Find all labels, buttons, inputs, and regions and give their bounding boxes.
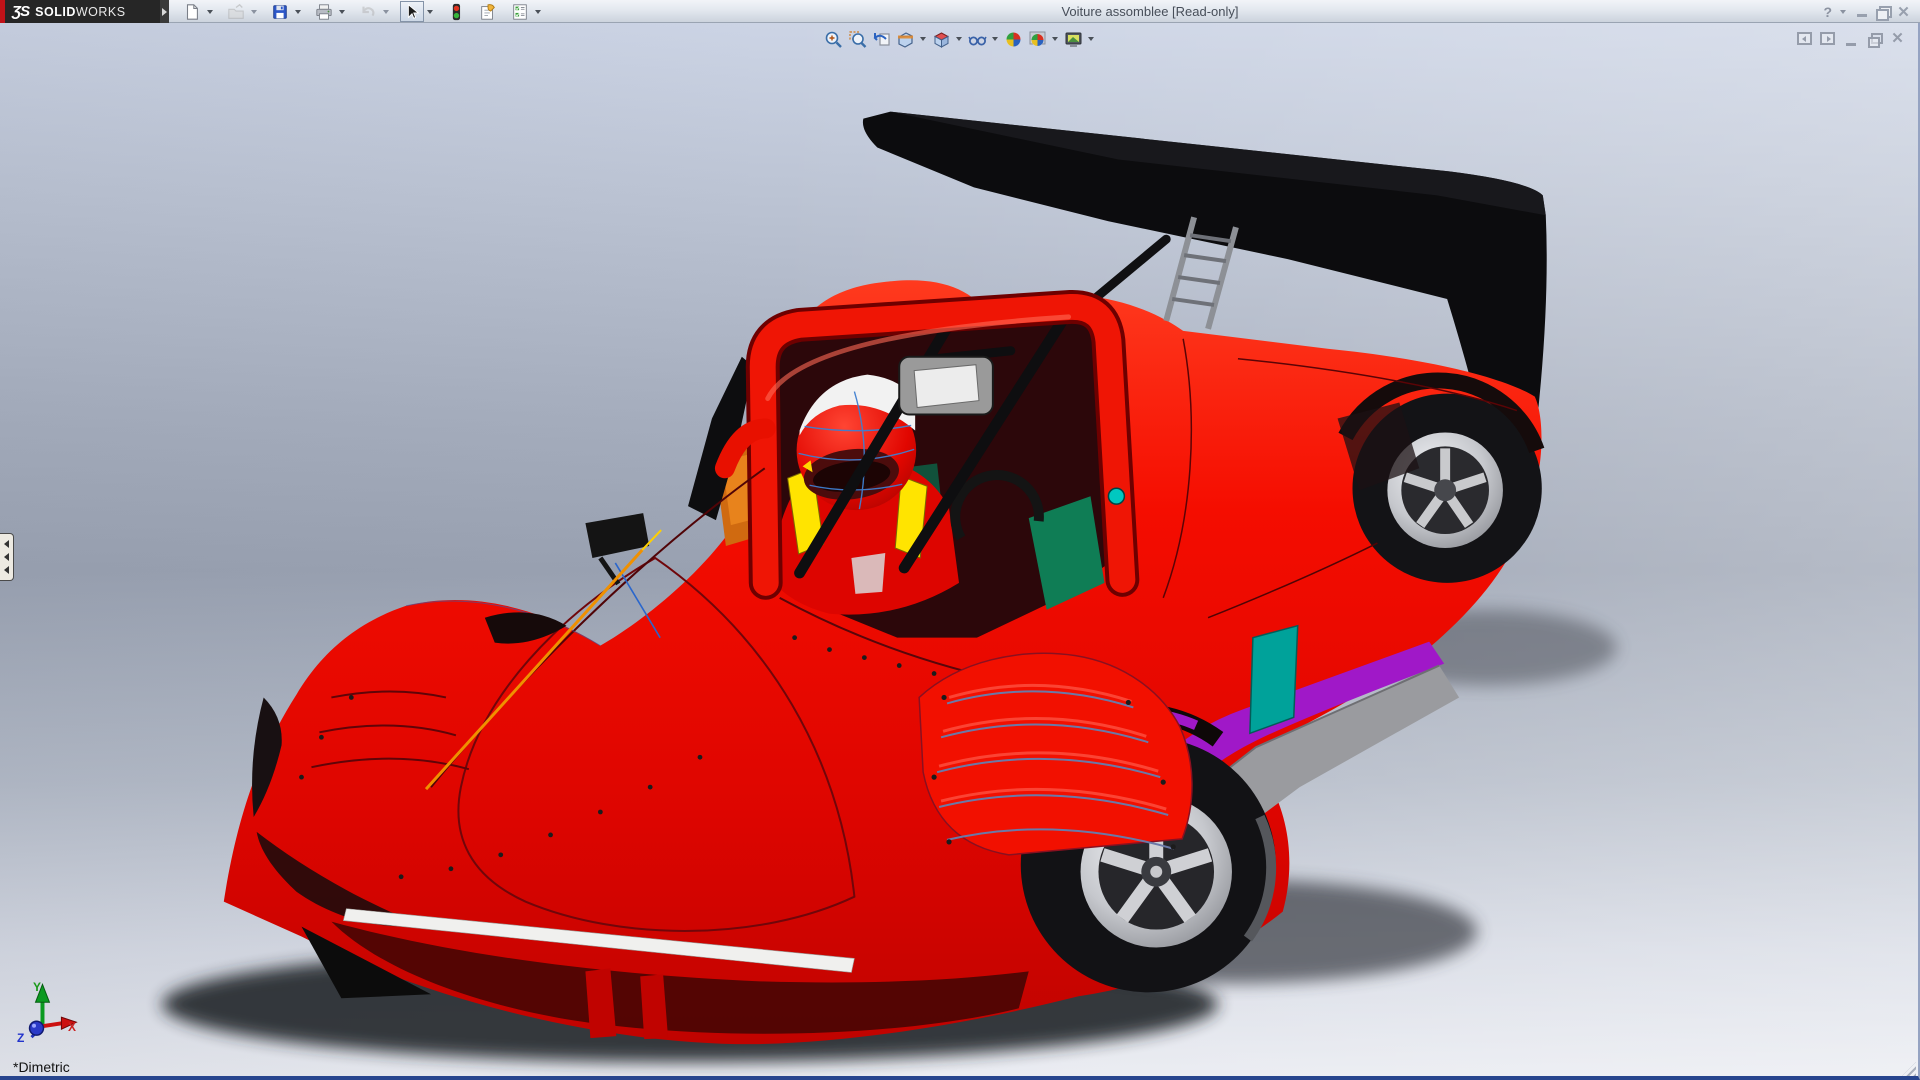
document-title: Voiture assomblee [Read-only] [1061, 4, 1238, 19]
view-orientation-label: *Dimetric [13, 1059, 70, 1075]
section-view-dropdown-icon[interactable] [917, 29, 929, 50]
show-right-panel-button[interactable] [1820, 31, 1837, 47]
stoplight-icon [447, 3, 465, 21]
options-button[interactable] [508, 1, 532, 22]
view-orientation-button[interactable] [929, 28, 953, 50]
titlebar: ƷS SOLIDWORKS Voiture assomblee [Read-on [0, 0, 1920, 23]
options-dropdown-icon[interactable] [532, 1, 544, 22]
undo-dropdown-icon[interactable] [380, 1, 392, 22]
hide-show-dropdown-icon[interactable] [989, 29, 1001, 50]
standard-toolbar [180, 0, 544, 23]
select-cursor-icon [403, 3, 421, 21]
triad-y-label: Y [33, 980, 41, 994]
open-folder-icon [227, 3, 245, 21]
brand-name-light: WORKS [76, 5, 126, 19]
zoom-to-area-button[interactable] [845, 28, 869, 50]
restore-window-button[interactable] [1874, 3, 1891, 20]
view-settings-button[interactable] [1061, 28, 1085, 50]
print-dropdown-icon[interactable] [336, 1, 348, 22]
document-window-controls: ✕ [1797, 31, 1906, 47]
file-properties-button[interactable] [476, 1, 500, 22]
3d-model-canvas[interactable] [0, 23, 1918, 1076]
file-properties-icon [479, 3, 497, 21]
undo-button[interactable] [356, 1, 380, 22]
solidworks-window: ✕ Y X Z *Dimetric ƷS SOLIDWORKS [0, 0, 1920, 1080]
help-dropdown-icon[interactable] [1837, 1, 1849, 22]
restore-document-button[interactable] [1866, 31, 1883, 47]
close-window-button[interactable]: ✕ [1895, 3, 1912, 20]
featuremanager-collapse-tab[interactable] [0, 533, 14, 581]
window-controls: ? ✕ [1822, 0, 1912, 23]
dassault-3ds-logo-icon: ƷS [12, 3, 29, 20]
open-document-button[interactable] [224, 1, 248, 22]
options-checklist-icon [511, 3, 529, 21]
new-document-button[interactable] [180, 1, 204, 22]
show-left-panel-button[interactable] [1797, 31, 1814, 47]
hoop-sensor [1108, 488, 1124, 504]
headsup-view-toolbar [821, 28, 1097, 50]
minimize-document-button[interactable] [1843, 31, 1860, 47]
save-button[interactable] [268, 1, 292, 22]
open-dropdown-icon[interactable] [248, 1, 260, 22]
rearview-mirror [899, 357, 993, 415]
minimize-window-button[interactable] [1853, 3, 1870, 20]
solidworks-menu-banner[interactable]: ƷS SOLIDWORKS [0, 0, 160, 23]
apply-scene-dropdown-icon[interactable] [1049, 29, 1061, 50]
previous-view-button[interactable] [869, 28, 893, 50]
save-dropdown-icon[interactable] [292, 1, 304, 22]
print-button[interactable] [312, 1, 336, 22]
select-dropdown-icon[interactable] [424, 1, 436, 22]
zoom-to-fit-button[interactable] [821, 28, 845, 50]
triad-z-label: Z [17, 1031, 24, 1045]
save-floppy-icon [271, 3, 289, 21]
apply-scene-button[interactable] [1025, 28, 1049, 50]
select-button[interactable] [400, 1, 424, 22]
triad-x-label: X [68, 1020, 76, 1034]
print-icon [315, 3, 333, 21]
graphics-viewport[interactable]: ✕ Y X Z *Dimetric [0, 23, 1920, 1080]
edit-appearance-button[interactable] [1001, 28, 1025, 50]
rebuild-stoplight-button[interactable] [444, 1, 468, 22]
brand-name-bold: SOLID [35, 5, 76, 19]
menu-expand-arrow-icon[interactable] [160, 0, 169, 23]
hide-show-items-button[interactable] [965, 28, 989, 50]
view-settings-dropdown-icon[interactable] [1085, 29, 1097, 50]
undo-icon [359, 3, 377, 21]
new-dropdown-icon[interactable] [204, 1, 216, 22]
new-document-icon [183, 3, 201, 21]
close-document-button[interactable]: ✕ [1889, 31, 1906, 47]
door-window [1250, 626, 1298, 734]
section-view-button[interactable] [893, 28, 917, 50]
help-button[interactable]: ? [1822, 4, 1833, 20]
view-orientation-dropdown-icon[interactable] [953, 29, 965, 50]
